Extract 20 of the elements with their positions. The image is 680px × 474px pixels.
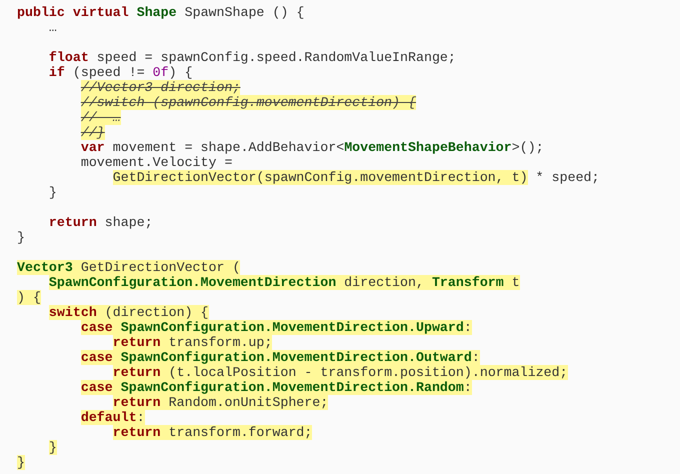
code-line: return (t.localPosition - transform.position).normalized; (112, 365, 568, 380)
code-line: return shape; (48, 215, 153, 230)
code-line: var movement = shape.AddBehavior<MovementShapeBehavior>(); (80, 140, 544, 155)
code-line: default: (80, 410, 145, 425)
code-line: switch (direction) { (48, 305, 209, 320)
code-line: return transform.forward; (112, 425, 312, 440)
code-line: case SpawnConfiguration.MovementDirection.Outward: (80, 350, 480, 365)
code-line: case SpawnConfiguration.MovementDirection.Upward: (80, 320, 472, 335)
code-line: movement.Velocity = (80, 155, 232, 170)
code-line: … (48, 20, 57, 35)
code-line: float speed = spawnConfig.speed.RandomValueInRange; (48, 50, 456, 65)
code-line: } (48, 185, 57, 200)
code-line: case SpawnConfiguration.MovementDirection.Random: (80, 380, 472, 395)
code-line: } (17, 230, 25, 245)
code-line: public virtual Shape SpawnShape () { (17, 5, 304, 20)
code-line: SpawnConfiguration.MovementDirection direction, Transform t (48, 275, 520, 290)
code-line: return Random.onUnitSphere; (112, 395, 328, 410)
code-line: Vector3 GetDirectionVector ( (17, 260, 240, 275)
code-line: if (speed != 0f) { (48, 65, 193, 80)
code-line: return transform.up; (112, 335, 272, 350)
